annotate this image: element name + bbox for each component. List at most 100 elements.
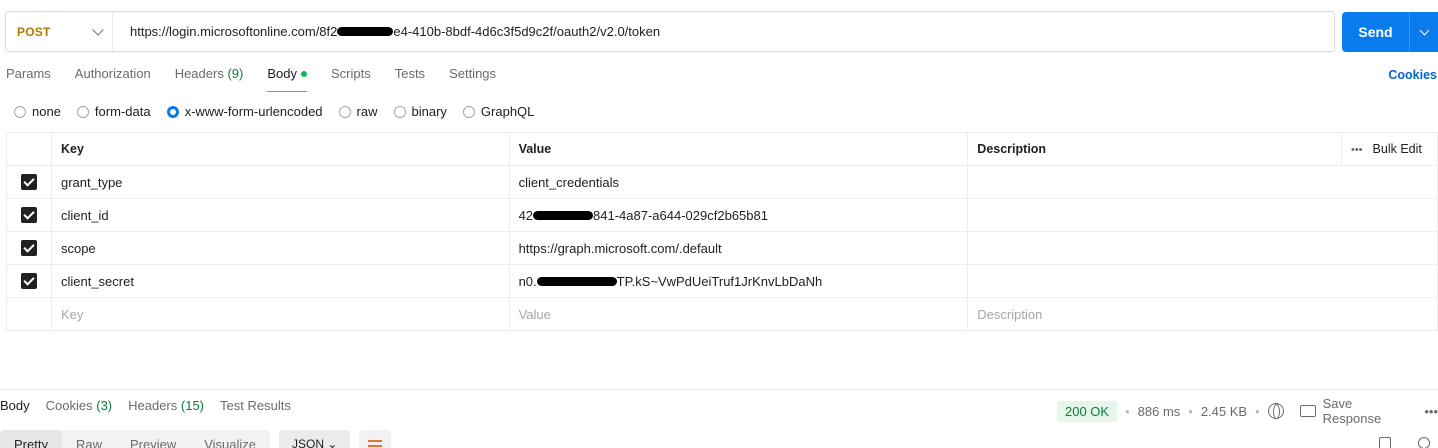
row-checkbox[interactable]: [20, 273, 37, 290]
tab-authorization[interactable]: Authorization: [75, 66, 151, 92]
row-checkbox[interactable]: [20, 207, 37, 224]
response-time[interactable]: 886 ms: [1138, 404, 1181, 419]
row-value[interactable]: client_credentials: [508, 165, 969, 199]
cookies-link[interactable]: Cookies: [1388, 68, 1437, 82]
row-key[interactable]: scope: [50, 231, 510, 265]
view-preview[interactable]: Preview: [116, 430, 190, 448]
response-size[interactable]: 2.45 KB: [1201, 404, 1247, 419]
table-row-new: Key Value Description: [6, 297, 1438, 331]
separator-dot: •: [1125, 403, 1130, 419]
url-text-end: e4-410b-8bdf-4d6c3f5d9c2f/oauth2/v2.0/to…: [393, 24, 661, 39]
bulk-edit-label: Bulk Edit: [1372, 142, 1422, 156]
radio-graphql[interactable]: GraphQL: [462, 104, 535, 119]
tab-tests[interactable]: Tests: [395, 66, 425, 92]
row-key[interactable]: grant_type: [50, 165, 510, 199]
table-row: client_id 42 841-4a87-a644-029cf2b65b81: [6, 198, 1438, 232]
redaction-mark: [533, 210, 594, 220]
response-tab-cookies[interactable]: Cookies (3): [46, 398, 112, 413]
more-options-icon[interactable]: •••: [1351, 144, 1363, 156]
radio-none-label: none: [32, 104, 61, 119]
row-checkbox-cell: [6, 198, 52, 232]
method-label: POST: [17, 24, 51, 39]
view-raw[interactable]: Raw: [62, 430, 116, 448]
row-checkbox-cell: [6, 264, 52, 298]
row-description[interactable]: [967, 264, 1438, 298]
view-pretty[interactable]: Pretty: [0, 430, 62, 448]
radio-form-data-label: form-data: [94, 104, 151, 119]
radio-binary-label: binary: [411, 104, 447, 119]
copy-icon[interactable]: [1379, 437, 1391, 448]
response-tab-test-results[interactable]: Test Results: [220, 398, 291, 413]
row-checkbox-cell: [6, 231, 52, 265]
new-key-input[interactable]: Key: [50, 297, 510, 331]
body-indicator-dot: [300, 70, 307, 77]
row-description[interactable]: [967, 165, 1438, 199]
send-divider: [1409, 12, 1410, 52]
method-dropdown[interactable]: POST: [6, 12, 113, 51]
tab-headers[interactable]: Headers (9): [175, 66, 244, 92]
radio-circle-selected: [166, 105, 179, 118]
radio-graphql-label: GraphQL: [480, 104, 535, 119]
save-response-icon: [1299, 405, 1316, 417]
row-checkbox[interactable]: [20, 174, 37, 191]
radio-form-data[interactable]: form-data: [76, 104, 151, 119]
radio-urlencoded[interactable]: x-www-form-urlencoded: [166, 104, 323, 119]
radio-binary[interactable]: binary: [393, 104, 447, 119]
tab-params[interactable]: Params: [6, 66, 51, 92]
chevron-down-icon: [92, 23, 104, 36]
row-value-end: 841-4a87-a644-029cf2b65b81: [593, 207, 768, 223]
body-params-table: Key Value Description ••• Bulk Edit grant…: [6, 132, 1438, 331]
response-tab-body[interactable]: Body: [0, 398, 30, 413]
tab-settings[interactable]: Settings: [449, 66, 496, 92]
send-options-chevron-icon[interactable]: [1419, 25, 1430, 35]
response-tab-cookies-count: (3): [96, 398, 113, 413]
send-button[interactable]: Send: [1342, 12, 1438, 52]
language-select[interactable]: JSON ⌄: [279, 430, 351, 448]
row-value[interactable]: n0. TP.kS~VwPdUeiTruf1JrKnvLbDaNh: [508, 264, 969, 298]
redaction-mark: [337, 27, 394, 37]
body-type-radios: none form-data x-www-form-urlencoded raw…: [14, 104, 550, 119]
row-checkbox-cell: [6, 165, 52, 199]
wrap-lines-icon[interactable]: [359, 430, 392, 448]
redaction-mark: [536, 276, 617, 286]
row-value-start: 42: [518, 207, 534, 223]
column-header-key: Key: [50, 132, 510, 166]
tab-scripts[interactable]: Scripts: [331, 66, 371, 92]
table-row: scope https://graph.microsoft.com/.defau…: [6, 231, 1438, 265]
row-key[interactable]: client_secret: [50, 264, 510, 298]
response-tab-cookies-label: Cookies: [45, 398, 93, 413]
url-input[interactable]: https://login.microsoftonline.com/8f2 e4-…: [113, 24, 660, 39]
response-tab-headers[interactable]: Headers (15): [128, 398, 204, 413]
tab-body[interactable]: Body: [267, 66, 307, 92]
radio-raw[interactable]: raw: [338, 104, 378, 119]
request-tabs: Params Authorization Headers (9) Body Sc…: [6, 66, 520, 92]
new-description-input[interactable]: Description: [967, 297, 1438, 331]
status-badge[interactable]: 200 OK: [1057, 400, 1118, 422]
column-header-value: Value: [508, 132, 969, 166]
tab-body-label: Body: [267, 66, 297, 81]
network-globe-icon[interactable]: [1267, 403, 1284, 419]
response-status-bar: 200 OK • 886 ms • 2.45 KB • Save Respons…: [1057, 396, 1438, 426]
radio-circle: [14, 105, 26, 118]
row-description[interactable]: [967, 198, 1438, 232]
row-checkbox[interactable]: [20, 240, 37, 257]
row-checkbox-cell: [6, 297, 52, 331]
search-icon[interactable]: [1418, 437, 1430, 448]
more-options-icon[interactable]: •••: [1424, 404, 1438, 419]
row-description[interactable]: [967, 231, 1438, 265]
radio-none[interactable]: none: [14, 104, 61, 119]
bulk-edit-button[interactable]: ••• Bulk Edit: [1340, 132, 1438, 166]
send-label: Send: [1358, 24, 1393, 40]
new-value-input[interactable]: Value: [508, 297, 969, 331]
row-value-end: TP.kS~VwPdUeiTruf1JrKnvLbDaNh: [616, 273, 823, 289]
row-value[interactable]: 42 841-4a87-a644-029cf2b65b81: [508, 198, 969, 232]
save-response-button[interactable]: Save Response: [1323, 396, 1415, 426]
row-value[interactable]: https://graph.microsoft.com/.default: [508, 231, 969, 265]
radio-circle: [462, 105, 475, 118]
radio-raw-label: raw: [356, 104, 378, 119]
separator-dot: •: [1188, 403, 1193, 419]
view-visualize[interactable]: Visualize: [190, 430, 270, 448]
row-key[interactable]: client_id: [50, 198, 510, 232]
column-header-description: Description: [967, 132, 1342, 166]
url-bar: POST https://login.microsoftonline.com/8…: [5, 11, 1335, 52]
